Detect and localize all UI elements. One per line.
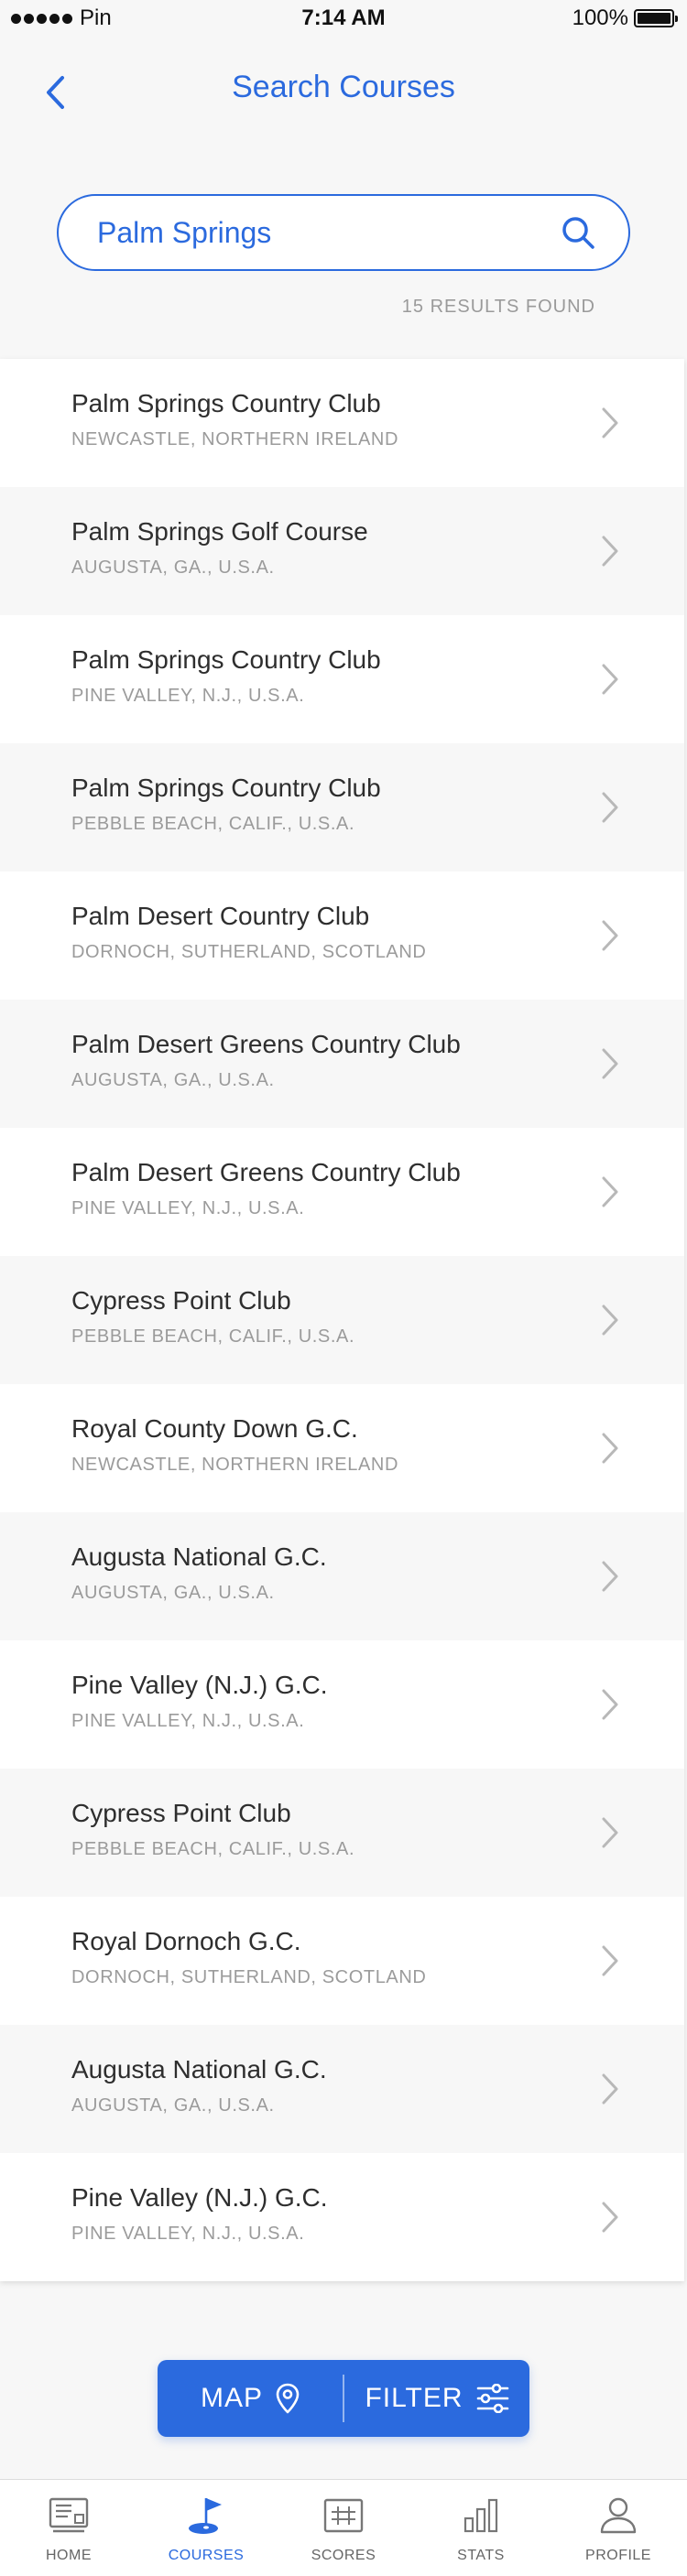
course-list-item[interactable]: Pine Valley (N.J.) G.C. PINE VALLEY, N.J.… xyxy=(0,1640,684,1769)
course-name: Palm Springs Country Club xyxy=(71,644,381,674)
course-location: NEWCASTLE, NORTHERN IRELAND xyxy=(71,1454,398,1475)
search-input[interactable] xyxy=(97,215,559,250)
map-label: MAP xyxy=(200,2383,263,2413)
course-list-item[interactable]: Royal County Down G.C. NEWCASTLE, NORTHER… xyxy=(0,1384,684,1512)
chevron-right-icon xyxy=(602,1433,618,1464)
course-location: DORNOCH, SUTHERLAND, SCOTLAND xyxy=(71,941,427,962)
course-name: Palm Springs Country Club xyxy=(71,773,381,802)
home-icon xyxy=(48,2495,90,2537)
course-location: PEBBLE BEACH, CALIF., U.S.A. xyxy=(71,813,355,834)
course-name: Palm Springs Golf Course xyxy=(71,516,368,546)
map-filter-bar: MAP FILTER xyxy=(158,2360,529,2437)
tab-scores-label: SCORES xyxy=(311,2548,376,2563)
scorecard-icon xyxy=(322,2495,365,2537)
bar-chart-icon xyxy=(460,2495,502,2537)
carrier-name: Pin xyxy=(80,5,112,30)
search-icon[interactable] xyxy=(559,213,597,252)
course-list-item[interactable]: Cypress Point Club PEBBLE BEACH, CALIF., … xyxy=(0,1769,684,1897)
chevron-right-icon xyxy=(602,792,618,823)
course-name: Royal Dornoch G.C. xyxy=(71,1926,301,1955)
course-name: Royal County Down G.C. xyxy=(71,1413,358,1443)
map-pin-icon xyxy=(276,2383,300,2414)
course-location: PINE VALLEY, N.J., U.S.A. xyxy=(71,2223,305,2244)
course-location: DORNOCH, SUTHERLAND, SCOTLAND xyxy=(71,1966,427,1987)
battery-group: 100% xyxy=(572,5,678,31)
tab-profile-label: PROFILE xyxy=(585,2548,651,2563)
course-list-item[interactable]: Augusta National G.C. AUGUSTA, GA., U.S.A… xyxy=(0,2025,684,2153)
course-name: Palm Springs Country Club xyxy=(71,388,381,417)
course-list-item[interactable]: Pine Valley (N.J.) G.C. PINE VALLEY, N.J.… xyxy=(0,2153,684,2281)
golf-flag-icon xyxy=(185,2495,227,2537)
page-title: Search Courses xyxy=(232,70,455,104)
map-button[interactable]: MAP xyxy=(158,2360,343,2437)
course-location: PINE VALLEY, N.J., U.S.A. xyxy=(71,1710,305,1731)
search-bar[interactable] xyxy=(57,194,630,271)
chevron-right-icon xyxy=(602,1048,618,1079)
battery-percent: 100% xyxy=(572,5,628,30)
chevron-right-icon xyxy=(602,1176,618,1207)
carrier-group: Pin xyxy=(11,5,112,31)
course-name: Palm Desert Country Club xyxy=(71,901,370,930)
course-name: Pine Valley (N.J.) G.C. xyxy=(71,1670,328,1699)
course-list-item[interactable]: Royal Dornoch G.C. DORNOCH, SUTHERLAND, S… xyxy=(0,1897,684,2025)
course-location: PINE VALLEY, N.J., U.S.A. xyxy=(71,1197,305,1218)
results-list: Palm Springs Country Club NEWCASTLE, NORT… xyxy=(0,359,684,2281)
filter-button[interactable]: FILTER xyxy=(344,2360,529,2437)
course-location: AUGUSTA, GA., U.S.A. xyxy=(71,1069,275,1090)
filter-label: FILTER xyxy=(365,2383,463,2413)
course-location: AUGUSTA, GA., U.S.A. xyxy=(71,2094,275,2116)
chevron-right-icon xyxy=(602,2073,618,2105)
course-list-item[interactable]: Cypress Point Club PEBBLE BEACH, CALIF., … xyxy=(0,1256,684,1384)
course-location: PINE VALLEY, N.J., U.S.A. xyxy=(71,685,305,706)
chevron-right-icon xyxy=(602,920,618,951)
search-courses-screen: Pin 7:14 AM 100% Search Courses 15 RESUL… xyxy=(0,0,687,2576)
battery-icon xyxy=(634,9,678,27)
course-name: Augusta National G.C. xyxy=(71,1542,327,1571)
course-location: AUGUSTA, GA., U.S.A. xyxy=(71,557,275,578)
tab-home[interactable]: HOME xyxy=(0,2480,137,2576)
course-name: Cypress Point Club xyxy=(71,1285,291,1315)
chevron-right-icon xyxy=(602,1945,618,1976)
chevron-right-icon xyxy=(602,1689,618,1720)
tab-courses-label: COURSES xyxy=(168,2548,245,2563)
course-name: Cypress Point Club xyxy=(71,1798,291,1827)
course-list-item[interactable]: Palm Springs Golf Course AUGUSTA, GA., U.… xyxy=(0,487,684,615)
chevron-right-icon xyxy=(602,1561,618,1592)
tab-courses[interactable]: COURSES xyxy=(137,2480,275,2576)
results-count: 15 RESULTS FOUND xyxy=(401,297,595,317)
course-name: Pine Valley (N.J.) G.C. xyxy=(71,2182,328,2212)
tab-bar: HOME COURSES SCORES STATS PROFILE xyxy=(0,2479,687,2576)
chevron-right-icon xyxy=(602,2202,618,2233)
course-name: Palm Desert Greens Country Club xyxy=(71,1157,461,1186)
chevron-right-icon xyxy=(602,536,618,567)
course-list-item[interactable]: Palm Springs Country Club NEWCASTLE, NORT… xyxy=(0,359,684,487)
course-list-item[interactable]: Palm Springs Country Club PINE VALLEY, N.… xyxy=(0,615,684,743)
course-name: Augusta National G.C. xyxy=(71,2054,327,2084)
course-list-item[interactable]: Palm Desert Greens Country Club AUGUSTA, … xyxy=(0,1000,684,1128)
sliders-icon xyxy=(476,2384,508,2413)
chevron-right-icon xyxy=(602,664,618,695)
signal-strength-icon xyxy=(11,13,72,24)
tab-home-label: HOME xyxy=(46,2548,92,2563)
tab-scores[interactable]: SCORES xyxy=(275,2480,412,2576)
chevron-right-icon xyxy=(602,1817,618,1848)
course-location: AUGUSTA, GA., U.S.A. xyxy=(71,1582,275,1603)
course-list-item[interactable]: Palm Desert Greens Country Club PINE VALL… xyxy=(0,1128,684,1256)
chevron-right-icon xyxy=(602,1304,618,1336)
course-list-item[interactable]: Palm Springs Country Club PEBBLE BEACH, C… xyxy=(0,743,684,871)
user-icon xyxy=(597,2495,639,2537)
course-list-item[interactable]: Augusta National G.C. AUGUSTA, GA., U.S.A… xyxy=(0,1512,684,1640)
course-name: Palm Desert Greens Country Club xyxy=(71,1029,461,1058)
course-list-item[interactable]: Palm Desert Country Club DORNOCH, SUTHERL… xyxy=(0,871,684,1000)
tab-stats-label: STATS xyxy=(457,2548,505,2563)
course-location: PEBBLE BEACH, CALIF., U.S.A. xyxy=(71,1838,355,1859)
chevron-right-icon xyxy=(602,407,618,438)
tab-stats[interactable]: STATS xyxy=(412,2480,550,2576)
course-location: PEBBLE BEACH, CALIF., U.S.A. xyxy=(71,1326,355,1347)
tab-profile[interactable]: PROFILE xyxy=(550,2480,687,2576)
course-location: NEWCASTLE, NORTHERN IRELAND xyxy=(71,428,398,449)
status-bar: Pin 7:14 AM 100% xyxy=(0,0,687,37)
